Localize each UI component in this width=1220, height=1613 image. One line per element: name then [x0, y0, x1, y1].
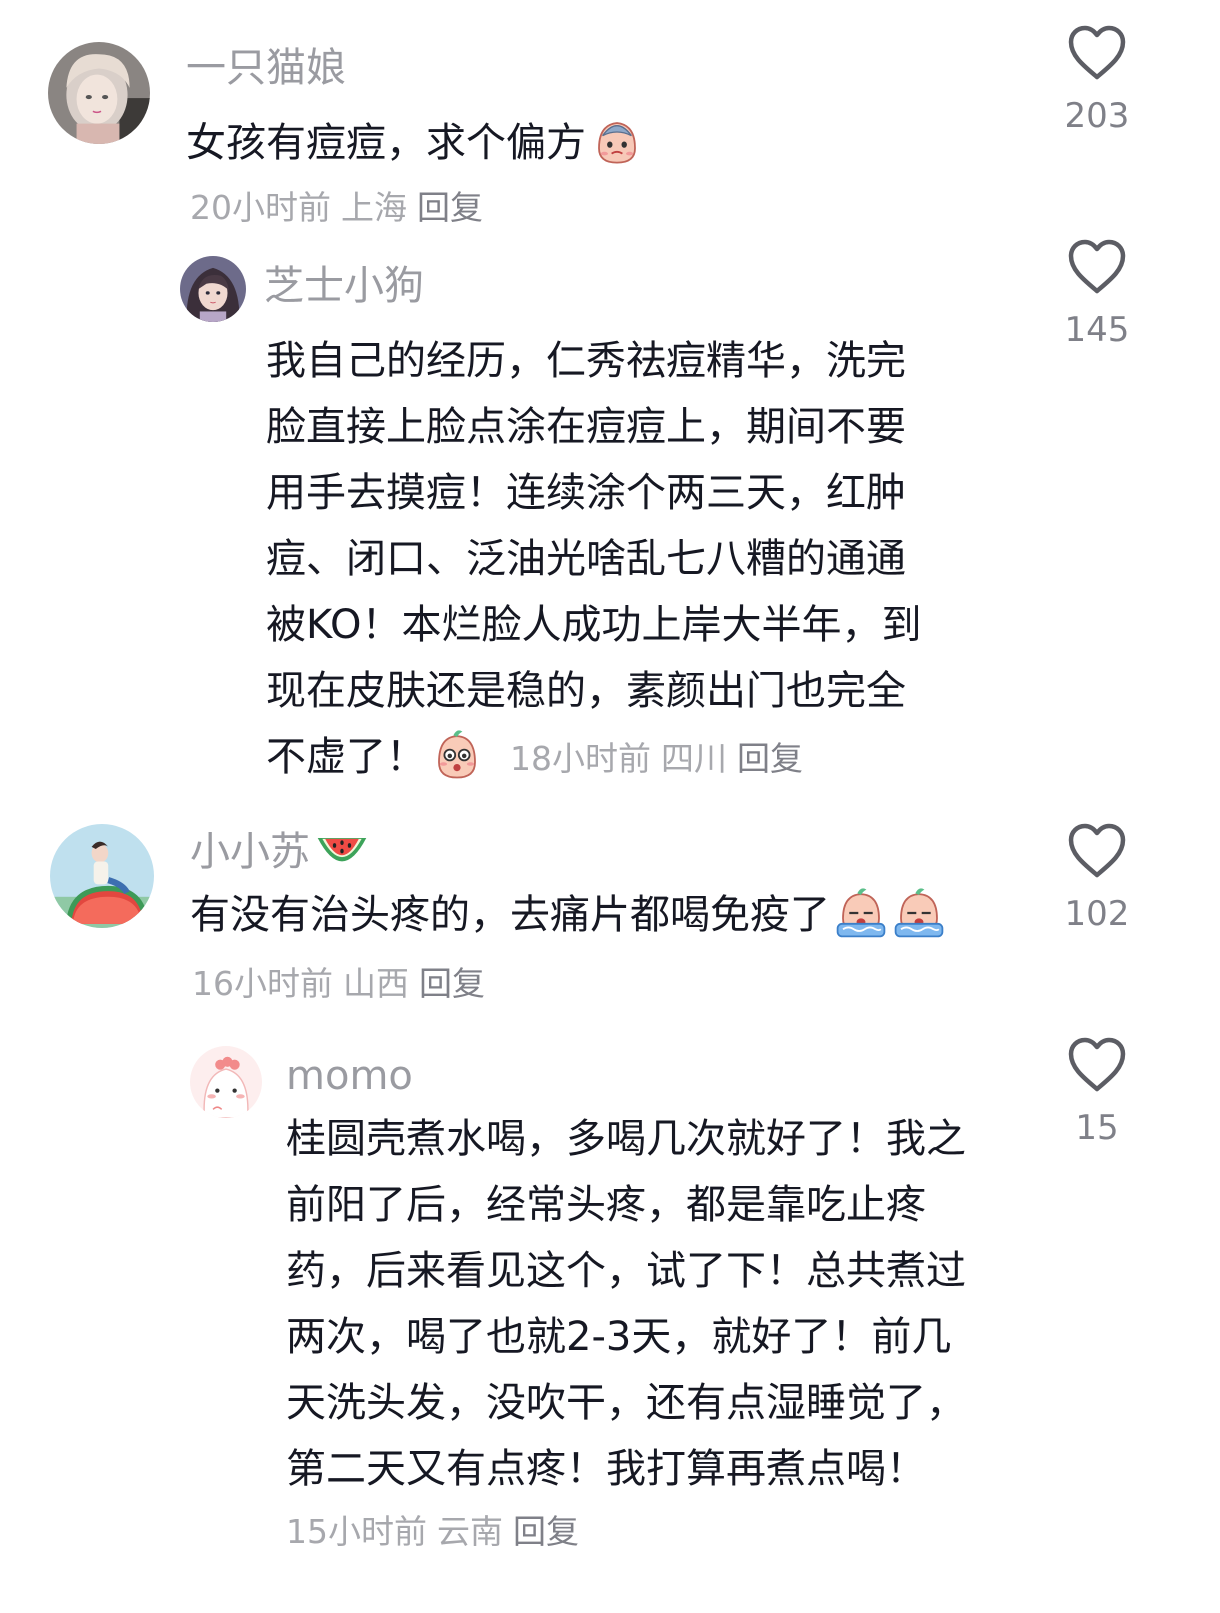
sobbing-face-emoji: [834, 886, 888, 940]
comment-meta: 18小时前 四川 回复: [510, 739, 803, 778]
username[interactable]: 一只猫娘: [186, 46, 346, 90]
comment-meta: 15小时前 云南 回复: [286, 1512, 579, 1552]
like-count: 145: [1064, 310, 1130, 350]
heart-icon: [1068, 823, 1126, 878]
avatar[interactable]: [48, 42, 150, 144]
comment-text: 我自己的经历，仁秀祛痘精华，洗完 脸直接上脸点涂在痘痘上，期间不要 用手去摸痘！…: [266, 328, 922, 792]
avatar[interactable]: [190, 1046, 262, 1118]
heart-icon: [1068, 1037, 1126, 1092]
watermelon-emoji: [314, 830, 370, 874]
comment-line: 痘、闭口、泛油光啥乱七八糟的通通: [266, 536, 906, 582]
comment-line: 不虚了！: [266, 734, 426, 780]
comment-time: 20小时前: [190, 188, 331, 227]
reply-button[interactable]: 回复: [737, 739, 803, 778]
comment-time: 15小时前: [286, 1512, 427, 1551]
avatar[interactable]: [180, 256, 246, 322]
like-count: 102: [1064, 894, 1130, 934]
like-count: 203: [1064, 96, 1130, 136]
comment-line: 第二天又有点疼！我打算再煮点喝！: [286, 1446, 926, 1492]
username-text: 小小苏: [190, 829, 310, 875]
sobbing-face-emoji: [892, 886, 946, 940]
username[interactable]: 小小苏: [190, 830, 370, 876]
comment-last-line: 不虚了！ 18小时前 四川 回复: [266, 724, 922, 792]
comment-line: 药，后来看见这个，试了下！总共煮过: [286, 1248, 966, 1294]
comment-line: 脸直接上脸点涂在痘痘上，期间不要: [266, 404, 906, 450]
comment-text: 桂圆壳煮水喝，多喝几次就好了！我之 前阳了后，经常头疼，都是靠吃止疼 药，后来看…: [286, 1106, 966, 1502]
comment-line: 桂圆壳煮水喝，多喝几次就好了！我之: [286, 1116, 966, 1162]
comment-location: 云南: [437, 1512, 503, 1551]
comment-meta: 20小时前 上海 回复: [190, 188, 483, 228]
like-count: 15: [1075, 1108, 1119, 1148]
comment-line: 现在皮肤还是稳的，素颜出门也完全: [266, 668, 906, 714]
comment-location: 四川: [661, 739, 727, 778]
wow-face-emoji: [430, 728, 484, 782]
crying-face-emoji: [590, 114, 644, 168]
comment-line: 我自己的经历，仁秀祛痘精华，洗完: [266, 338, 906, 384]
heart-icon: [1068, 239, 1126, 294]
comment-text: 有没有治头疼的，去痛片都喝免疫了: [190, 882, 946, 948]
reply-button[interactable]: 回复: [513, 1512, 579, 1551]
comment-text: 女孩有痘痘，求个偏方: [186, 110, 644, 176]
comment-line: 用手去摸痘！连续涂个两三天，红肿: [266, 470, 906, 516]
like-button[interactable]: 102: [1042, 822, 1152, 934]
comment-line: 被KO！本烂脸人成功上岸大半年，到: [266, 602, 922, 648]
comment-time: 16小时前: [192, 964, 333, 1003]
heart-icon: [1068, 25, 1126, 80]
comment-line: 两次，喝了也就2-3天，就好了！前几: [286, 1314, 952, 1360]
comment-time: 18小时前: [510, 739, 651, 778]
comment-location: 上海: [341, 188, 407, 227]
like-button[interactable]: 145: [1042, 238, 1152, 350]
like-button[interactable]: 203: [1042, 24, 1152, 136]
avatar[interactable]: [50, 824, 154, 928]
comment-text-content: 女孩有痘痘，求个偏方: [186, 120, 586, 166]
comment-line: 前阳了后，经常头疼，都是靠吃止疼: [286, 1182, 926, 1228]
comment-location: 山西: [343, 964, 409, 1003]
reply-button[interactable]: 回复: [419, 964, 485, 1003]
username[interactable]: 芝士小狗: [264, 264, 424, 308]
comment-meta: 16小时前 山西 回复: [192, 964, 485, 1004]
like-button[interactable]: 15: [1042, 1036, 1152, 1148]
reply-button[interactable]: 回复: [417, 188, 483, 227]
username[interactable]: momo: [286, 1054, 413, 1098]
comment-line: 天洗头发，没吹干，还有点湿睡觉了，: [286, 1380, 966, 1426]
comment-text-content: 有没有治头疼的，去痛片都喝免疫了: [190, 892, 830, 938]
